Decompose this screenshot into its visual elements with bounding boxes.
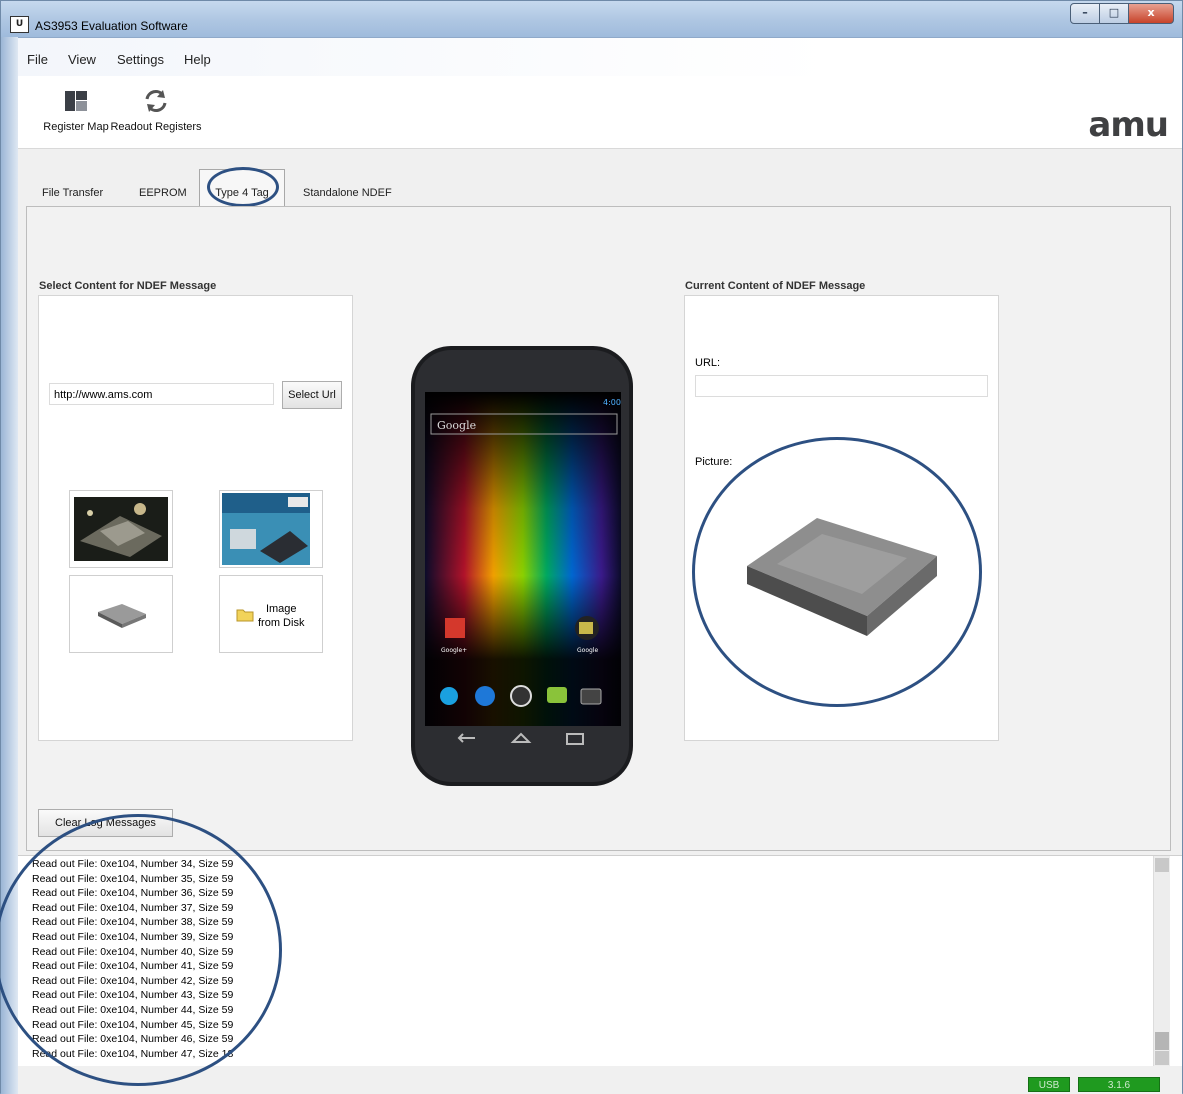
log-line: Read out File: 0xe104, Number 39, Size 5… bbox=[32, 930, 234, 943]
current-content-box: URL: Picture: bbox=[684, 295, 999, 741]
status-bar: USB 3.1.6 bbox=[18, 1066, 1182, 1094]
thumbnail-chip[interactable] bbox=[69, 575, 173, 653]
select-url-button[interactable]: Select Url bbox=[282, 381, 342, 409]
folder-icon bbox=[236, 609, 254, 622]
image-from-disk-label-2: from Disk bbox=[258, 617, 305, 629]
select-content-box: http://www.ams.com Select Url Image from… bbox=[38, 295, 353, 741]
phone-app1-label: Google+ bbox=[441, 647, 467, 654]
register-map-icon bbox=[61, 87, 91, 115]
current-content-title: Current Content of NDEF Message bbox=[685, 280, 866, 292]
log-panel: Read out File: 0xe104, Number 34, Size 5… bbox=[18, 855, 1182, 1067]
log-line: Read out File: 0xe104, Number 42, Size 5… bbox=[32, 974, 234, 987]
log-scrollbar[interactable] bbox=[1153, 856, 1170, 1067]
refresh-icon bbox=[141, 87, 171, 115]
log-line: Read out File: 0xe104, Number 44, Size 5… bbox=[32, 1003, 234, 1016]
thumbnail-photo-1[interactable] bbox=[69, 490, 173, 568]
phone-status-time: 4:00 bbox=[603, 398, 621, 407]
menu-view[interactable]: View bbox=[68, 52, 96, 67]
tab-eeprom[interactable]: EEPROM bbox=[139, 187, 187, 199]
picture-preview bbox=[747, 518, 937, 636]
status-version: 3.1.6 bbox=[1078, 1077, 1160, 1092]
log-line: Read out File: 0xe104, Number 41, Size 5… bbox=[32, 960, 234, 973]
current-url-field[interactable] bbox=[695, 375, 988, 397]
title-bar[interactable]: U AS3953 Evaluation Software – □ x bbox=[1, 1, 1182, 38]
menu-bar: File View Settings Help bbox=[18, 38, 1182, 76]
phone-app2-label: Google bbox=[577, 647, 598, 654]
phone-search-text: Google bbox=[437, 419, 476, 432]
menu-file[interactable]: File bbox=[27, 52, 48, 67]
main-content: File Transfer EEPROM Type 4 Tag Standalo… bbox=[0, 148, 1182, 1094]
minimize-button[interactable]: – bbox=[1070, 3, 1100, 24]
menu-help[interactable]: Help bbox=[184, 52, 211, 67]
url-label: URL: bbox=[695, 357, 721, 369]
thumbnail-photo-2[interactable] bbox=[219, 490, 323, 568]
menu-settings[interactable]: Settings bbox=[117, 52, 164, 67]
log-list: Read out File: 0xe104, Number 34, Size 5… bbox=[18, 856, 1182, 1061]
register-map-button[interactable]: Register Map bbox=[34, 87, 118, 133]
status-usb: USB bbox=[1028, 1077, 1070, 1092]
log-line: Read out File: 0xe104, Number 38, Size 5… bbox=[32, 916, 234, 929]
app-window: U AS3953 Evaluation Software – □ x File … bbox=[0, 0, 1183, 1094]
type-4-tag-panel: Select Content for NDEF Message http://w… bbox=[26, 206, 1171, 851]
maximize-button[interactable]: □ bbox=[1099, 3, 1129, 24]
window-title: AS3953 Evaluation Software bbox=[35, 19, 188, 33]
toolbar: Register Map Readout Registers amu bbox=[18, 77, 1182, 147]
log-line: Read out File: 0xe104, Number 36, Size 5… bbox=[32, 887, 234, 900]
app-icon: U bbox=[10, 16, 29, 33]
select-content-title: Select Content for NDEF Message bbox=[39, 280, 217, 292]
ams-logo: amu bbox=[1088, 105, 1169, 145]
tab-standalone-ndef[interactable]: Standalone NDEF bbox=[303, 187, 392, 199]
readout-registers-label: Readout Registers bbox=[110, 121, 202, 133]
url-input[interactable]: http://www.ams.com bbox=[49, 383, 274, 405]
log-line: Read out File: 0xe104, Number 46, Size 5… bbox=[32, 1033, 234, 1046]
tab-file-transfer[interactable]: File Transfer bbox=[42, 187, 103, 199]
image-from-disk-button[interactable]: Image from Disk bbox=[219, 575, 323, 653]
register-map-label: Register Map bbox=[43, 121, 109, 133]
log-line: Read out File: 0xe104, Number 35, Size 5… bbox=[32, 872, 234, 885]
close-button[interactable]: x bbox=[1128, 3, 1174, 24]
scroll-down-arrow[interactable] bbox=[1155, 1051, 1169, 1065]
phone-illustration: Google 4:00 Google+ Google bbox=[407, 346, 637, 792]
log-line: Read out File: 0xe104, Number 37, Size 5… bbox=[32, 901, 234, 914]
log-line: Read out File: 0xe104, Number 40, Size 5… bbox=[32, 945, 234, 958]
readout-registers-button[interactable]: Readout Registers bbox=[108, 87, 204, 133]
tab-type-4-tag[interactable]: Type 4 Tag bbox=[199, 169, 285, 207]
clear-log-button[interactable]: Clear Log Messages bbox=[38, 809, 173, 837]
image-from-disk-label-1: Image bbox=[265, 603, 297, 615]
picture-label: Picture: bbox=[695, 456, 733, 468]
log-line: Read out File: 0xe104, Number 43, Size 5… bbox=[32, 989, 234, 1002]
scroll-up-arrow[interactable] bbox=[1155, 858, 1169, 872]
scroll-thumb[interactable] bbox=[1155, 1032, 1169, 1050]
log-line: Read out File: 0xe104, Number 47, Size 1… bbox=[32, 1047, 234, 1060]
window-left-border bbox=[1, 37, 18, 1094]
log-line: Read out File: 0xe104, Number 45, Size 5… bbox=[32, 1018, 234, 1031]
log-line: Read out File: 0xe104, Number 34, Size 5… bbox=[32, 858, 234, 870]
